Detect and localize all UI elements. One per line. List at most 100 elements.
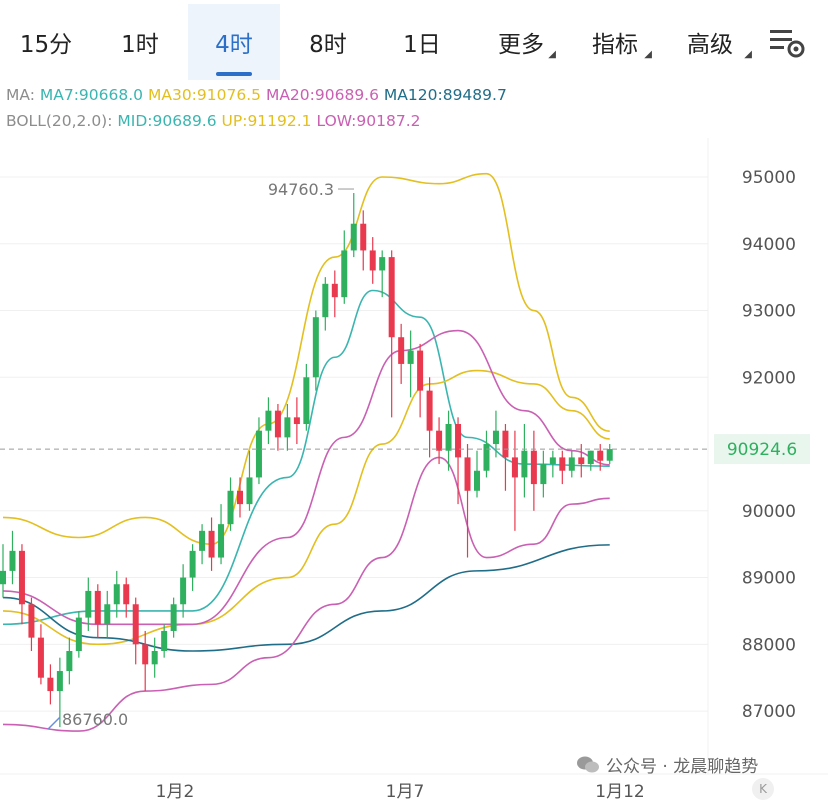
candle-body bbox=[18, 550, 25, 605]
boll-legend: BOLL(20,2.0): MID:90689.6 UP:91192.1 LOW… bbox=[6, 112, 421, 130]
candle-body bbox=[293, 417, 300, 425]
candle bbox=[474, 450, 480, 498]
advanced-menu[interactable]: 高级 ◢ bbox=[664, 4, 756, 80]
candle bbox=[303, 363, 310, 431]
candle bbox=[587, 450, 594, 471]
candle bbox=[142, 630, 149, 692]
candle bbox=[94, 584, 101, 638]
candle bbox=[246, 450, 253, 511]
candles bbox=[0, 193, 613, 728]
candle-body bbox=[85, 590, 92, 618]
candle bbox=[521, 424, 528, 498]
candle-body bbox=[189, 550, 196, 578]
candle-body bbox=[180, 577, 187, 605]
legend-boll-low: LOW:90187.2 bbox=[316, 112, 421, 130]
candle-body bbox=[398, 337, 405, 364]
candle bbox=[9, 530, 16, 585]
candle bbox=[549, 450, 556, 478]
candle-body bbox=[417, 350, 424, 391]
candle-body bbox=[511, 457, 518, 478]
x-tick-label: 1月2 bbox=[156, 782, 195, 802]
x-tick-label: 1月7 bbox=[386, 782, 425, 802]
candle bbox=[464, 444, 471, 558]
candle-body bbox=[464, 457, 471, 491]
candle-body bbox=[75, 617, 82, 651]
candle bbox=[0, 544, 6, 598]
low-price-label: 86760.0 bbox=[62, 710, 128, 729]
candle bbox=[170, 597, 177, 638]
candle-body bbox=[341, 250, 348, 298]
more-menu[interactable]: 更多 ◢ bbox=[478, 4, 564, 80]
candle bbox=[218, 504, 225, 565]
candle bbox=[559, 450, 566, 485]
candle bbox=[312, 310, 319, 391]
x-axis-labels: 1月2 1月7 1月12 bbox=[0, 773, 828, 802]
candle bbox=[293, 397, 300, 445]
candle bbox=[379, 250, 386, 298]
y-tick-label: 95000 bbox=[742, 168, 796, 188]
candle-body bbox=[0, 570, 6, 585]
dropdown-caret-icon: ◢ bbox=[548, 49, 556, 60]
candle-body bbox=[388, 257, 395, 338]
tab-8h[interactable]: 8时 bbox=[282, 4, 374, 80]
x-tick-label: 1月12 bbox=[595, 782, 644, 802]
high-price-label: 94760.3 bbox=[268, 180, 334, 199]
candle-body bbox=[322, 283, 329, 318]
candle-body bbox=[360, 223, 367, 251]
candle-body bbox=[170, 604, 177, 631]
y-tick-label: 87000 bbox=[742, 702, 796, 722]
tab-15min[interactable]: 15分 bbox=[0, 4, 92, 80]
candle-body bbox=[123, 584, 130, 605]
indicators-menu[interactable]: 指标 ◢ bbox=[572, 4, 658, 80]
candle bbox=[284, 403, 291, 451]
candle-body bbox=[208, 530, 215, 558]
candle bbox=[483, 430, 490, 478]
candle bbox=[502, 424, 509, 491]
active-tab-indicator bbox=[216, 72, 252, 76]
candle-body bbox=[606, 449, 613, 461]
candle-body bbox=[227, 490, 234, 525]
candle-body bbox=[587, 450, 594, 465]
candle bbox=[28, 597, 35, 651]
legend-ma20: MA20:90689.6 bbox=[265, 86, 379, 104]
candle bbox=[455, 417, 462, 505]
legend-ma7: MA7:90668.0 bbox=[39, 86, 144, 104]
series-line-up bbox=[2, 172, 610, 545]
candle-body bbox=[113, 584, 120, 605]
candle-body bbox=[237, 490, 243, 505]
y-tick-label: 88000 bbox=[742, 635, 796, 655]
candle bbox=[104, 590, 111, 638]
candle-body bbox=[151, 650, 158, 665]
candle-body bbox=[474, 470, 480, 491]
legend-ma30: MA30:91076.5 bbox=[147, 86, 262, 104]
tab-1d[interactable]: 1日 bbox=[376, 4, 468, 80]
candle-body bbox=[578, 457, 585, 465]
candle-body bbox=[521, 450, 528, 478]
candle-body bbox=[455, 424, 462, 458]
candle-body bbox=[350, 223, 357, 251]
candle bbox=[341, 230, 348, 304]
candle bbox=[350, 193, 357, 258]
candle bbox=[237, 477, 243, 518]
candle bbox=[492, 410, 499, 458]
series-line-low bbox=[2, 456, 610, 732]
candle-body bbox=[540, 464, 547, 485]
indicator-lines bbox=[2, 172, 610, 732]
candle-body bbox=[303, 377, 310, 425]
candle bbox=[265, 397, 272, 445]
candle-body bbox=[255, 430, 262, 478]
candle-body bbox=[407, 350, 414, 364]
candle bbox=[75, 610, 82, 658]
candle-body bbox=[530, 450, 537, 485]
candlestick-chart[interactable]: 95000 94000 93000 92000 90000 89000 88000 87000… bbox=[0, 138, 828, 802]
candle-body bbox=[436, 430, 443, 451]
tab-4h[interactable]: 4时 bbox=[188, 4, 280, 80]
timeframe-toolbar: 15分 1时 4时 8时 1日 更多 ◢ 指标 ◢ 高级 ◢ bbox=[0, 0, 828, 82]
candle-body bbox=[47, 677, 54, 692]
candle-body bbox=[284, 417, 291, 438]
chart-settings-icon[interactable] bbox=[766, 24, 810, 60]
dropdown-caret-icon: ◢ bbox=[644, 49, 652, 60]
candle-body bbox=[28, 604, 35, 638]
candle bbox=[322, 277, 329, 331]
tab-1h[interactable]: 1时 bbox=[94, 4, 186, 80]
